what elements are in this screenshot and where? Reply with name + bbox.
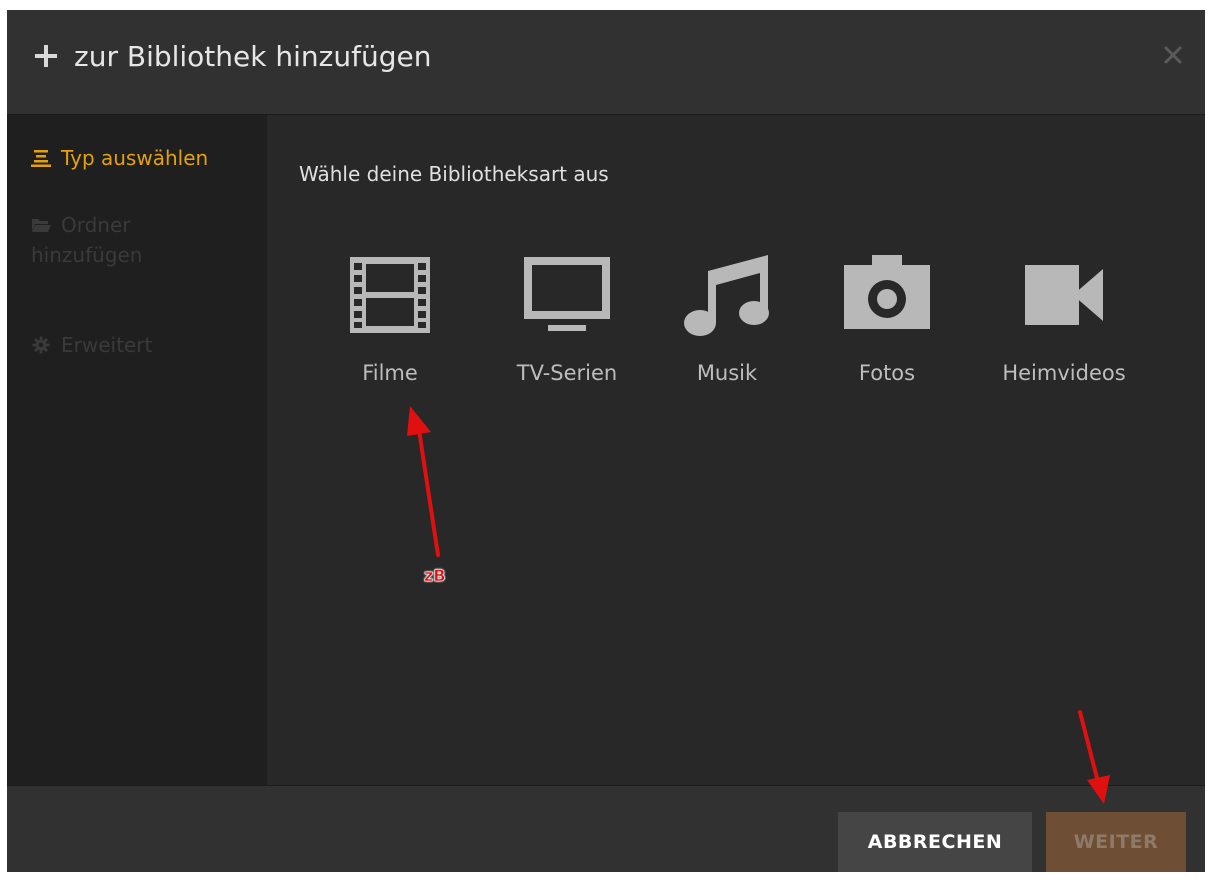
dialog-header: zur Bibliothek hinzufügen [7,10,1205,115]
library-type-prompt: Wähle deine Bibliotheksart aus [299,162,609,186]
sidebar-item-advanced: Erweitert [31,330,152,360]
sidebar-item-label: Typ auswählen [61,146,209,170]
next-button[interactable]: WEITER [1046,812,1186,872]
library-type-photos[interactable]: Fotos [812,255,962,395]
camera-icon [844,255,930,329]
library-type-label: Heimvideos [1002,361,1126,385]
main-content: Wähle deine Bibliotheksart aus Filme TV-… [267,115,1205,785]
close-icon[interactable] [1161,43,1185,67]
sidebar-item-add-folders: Ordner hinzufügen [31,210,241,270]
wizard-sidebar: Typ auswählen Ordner hinzufügen Erweiter… [7,115,267,785]
library-type-movies[interactable]: Filme [315,255,465,395]
library-type-label: Fotos [858,361,916,385]
film-icon [350,257,430,333]
folder-open-icon [32,219,51,232]
library-type-tv-shows[interactable]: TV-Serien [492,255,642,395]
add-library-dialog: zur Bibliothek hinzufügen Typ auswählen … [7,10,1205,872]
sidebar-item-label: Erweitert [61,333,153,357]
sidebar-item-select-type[interactable]: Typ auswählen [31,143,208,173]
video-camera-icon [1025,265,1103,325]
dialog-footer: ABBRECHEN WEITER [7,785,1205,872]
plus-icon [35,45,57,67]
annotation-example-label: zB [424,566,446,586]
tv-icon [524,257,610,331]
library-type-label: Musik [696,361,758,385]
library-type-label: Filme [362,361,418,385]
dialog-title: zur Bibliothek hinzufügen [74,40,432,73]
library-type-music[interactable]: Musik [652,255,802,395]
list-icon [31,150,51,167]
library-type-label: TV-Serien [516,361,618,385]
gear-icon [32,336,50,354]
cancel-button[interactable]: ABBRECHEN [838,812,1032,872]
library-type-home-videos[interactable]: Heimvideos [989,255,1139,395]
music-note-icon [684,255,769,336]
